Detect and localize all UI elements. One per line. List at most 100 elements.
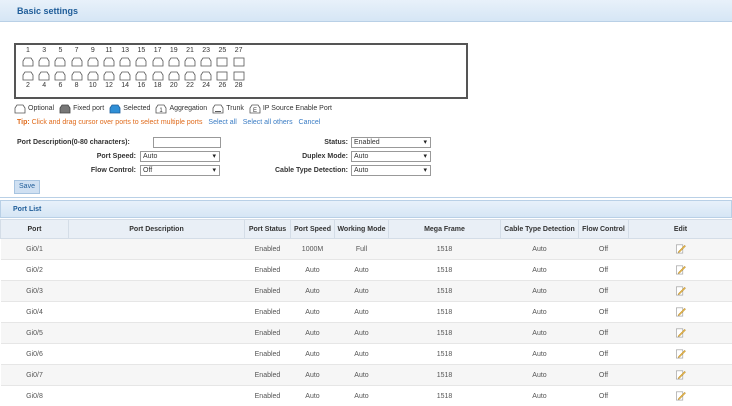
port-number: 2 bbox=[26, 82, 30, 89]
ethernet-port-icon[interactable] bbox=[119, 71, 131, 81]
sfp-port-icon[interactable] bbox=[233, 57, 245, 67]
status-select[interactable]: Enabled bbox=[351, 137, 431, 148]
ethernet-port-icon[interactable] bbox=[71, 57, 83, 67]
port-number: 14 bbox=[121, 82, 130, 89]
table-cell: Auto bbox=[334, 385, 389, 406]
ethernet-port-icon[interactable] bbox=[184, 71, 196, 81]
ethernet-port-icon[interactable] bbox=[71, 71, 83, 81]
save-button[interactable]: Save bbox=[14, 180, 40, 194]
select-all-link[interactable]: Select all bbox=[208, 119, 236, 126]
edit-cell bbox=[628, 238, 732, 260]
ethernet-port-icon[interactable] bbox=[22, 57, 34, 67]
ethernet-port-icon[interactable] bbox=[168, 71, 180, 81]
table-cell: 1518 bbox=[388, 385, 501, 406]
ethernet-port-icon[interactable] bbox=[22, 71, 34, 81]
port-number: 17 bbox=[153, 47, 162, 54]
port-number: 25 bbox=[218, 47, 227, 54]
table-cell: Off bbox=[578, 343, 629, 365]
ethernet-port-icon[interactable] bbox=[152, 71, 164, 81]
ethernet-port-icon[interactable] bbox=[103, 71, 115, 81]
port-list-header: Port List bbox=[0, 200, 732, 218]
port-number: 16 bbox=[137, 82, 146, 89]
edit-icon[interactable] bbox=[675, 369, 686, 380]
ethernet-port-icon[interactable] bbox=[184, 57, 196, 67]
table-cell: Off bbox=[578, 301, 629, 323]
table-cell bbox=[68, 280, 245, 302]
aggregation-port-icon: 1 bbox=[156, 104, 167, 114]
table-cell: Gi0/5 bbox=[0, 322, 69, 344]
ethernet-port-icon[interactable] bbox=[54, 57, 66, 67]
table-cell: Gi0/7 bbox=[0, 364, 69, 386]
sfp-port-icon[interactable] bbox=[216, 71, 228, 81]
table-cell: 1518 bbox=[388, 238, 501, 260]
ethernet-port-icon[interactable] bbox=[38, 57, 50, 67]
select-all-others-link[interactable]: Select all others bbox=[243, 119, 293, 126]
table-cell: Auto bbox=[290, 343, 335, 365]
table-cell: Off bbox=[578, 238, 629, 260]
port-description-input[interactable] bbox=[153, 137, 221, 148]
ethernet-port-icon[interactable] bbox=[135, 71, 147, 81]
flow-control-select[interactable]: Off bbox=[140, 165, 220, 176]
port-number: 27 bbox=[234, 47, 243, 54]
ethernet-port-icon[interactable] bbox=[135, 57, 147, 67]
table-row: Gi0/7 Enabled Auto Auto 1518 Auto Off bbox=[0, 364, 732, 386]
flow-control-label: Flow Control: bbox=[90, 167, 136, 174]
table-cell: 1518 bbox=[388, 259, 501, 281]
table-cell: Gi0/6 bbox=[0, 343, 69, 365]
port-number: 15 bbox=[137, 47, 146, 54]
table-cell: Auto bbox=[290, 259, 335, 281]
ethernet-port-icon[interactable] bbox=[200, 57, 212, 67]
ethernet-port-icon[interactable] bbox=[87, 57, 99, 67]
ethernet-port-icon[interactable] bbox=[152, 57, 164, 67]
port-number: 23 bbox=[202, 47, 211, 54]
table-cell: Auto bbox=[334, 364, 389, 386]
edit-icon[interactable] bbox=[675, 306, 686, 317]
ethernet-port-icon[interactable] bbox=[200, 71, 212, 81]
ethernet-port-icon[interactable] bbox=[119, 57, 131, 67]
tip-label: Tip: bbox=[17, 119, 30, 126]
ethernet-port-icon[interactable] bbox=[168, 57, 180, 67]
table-cell: Auto bbox=[334, 301, 389, 323]
edit-cell bbox=[628, 343, 732, 365]
ethernet-port-icon[interactable] bbox=[54, 71, 66, 81]
table-cell: 1000M bbox=[290, 238, 335, 260]
optional-port-icon bbox=[14, 104, 26, 113]
column-header: Port Speed bbox=[290, 219, 335, 239]
table-cell: Enabled bbox=[244, 301, 291, 323]
table-cell: Auto bbox=[500, 259, 579, 281]
table-row: Gi0/1 Enabled 1000M Full 1518 Auto Off bbox=[0, 238, 732, 260]
legend-fixed: Fixed port bbox=[59, 104, 104, 114]
page-title: Basic settings bbox=[17, 6, 79, 16]
port-number: 19 bbox=[169, 47, 178, 54]
ethernet-port-icon[interactable] bbox=[103, 57, 115, 67]
port-panel: 1 3 5 7 9 11 13 15 17 19 21 23 25 27 2 4 6 8 10 12 14 16 18 20 2… bbox=[14, 43, 468, 99]
table-cell: Off bbox=[578, 364, 629, 386]
port-number: 22 bbox=[186, 82, 194, 89]
table-cell bbox=[68, 301, 245, 323]
table-cell: Gi0/2 bbox=[0, 259, 69, 281]
edit-icon[interactable] bbox=[675, 348, 686, 359]
duplex-mode-select[interactable]: Auto bbox=[351, 151, 431, 162]
sfp-port-icon[interactable] bbox=[216, 57, 228, 67]
table-row: Gi0/6 Enabled Auto Auto 1518 Auto Off bbox=[0, 343, 732, 365]
ethernet-port-icon[interactable] bbox=[87, 71, 99, 81]
edit-icon[interactable] bbox=[675, 285, 686, 296]
table-cell: Auto bbox=[334, 343, 389, 365]
legend-optional-label: Optional bbox=[28, 105, 55, 112]
sfp-port-icon[interactable] bbox=[233, 71, 245, 81]
port-speed-select[interactable]: Auto bbox=[140, 151, 220, 162]
edit-icon[interactable] bbox=[675, 243, 686, 254]
edit-icon[interactable] bbox=[675, 327, 686, 338]
legend-aggregation-label: Aggregation bbox=[169, 105, 208, 112]
table-cell: Auto bbox=[290, 301, 335, 323]
trunk-port-icon bbox=[212, 104, 224, 113]
table-cell: Gi0/3 bbox=[0, 280, 69, 302]
edit-icon[interactable] bbox=[675, 390, 686, 401]
edit-icon[interactable] bbox=[675, 264, 686, 275]
ethernet-port-icon[interactable] bbox=[38, 71, 50, 81]
cancel-link[interactable]: Cancel bbox=[299, 119, 321, 126]
duplex-mode-label: Duplex Mode: bbox=[302, 153, 348, 160]
cable-type-detection-select[interactable]: Auto bbox=[351, 165, 431, 176]
table-cell: Auto bbox=[500, 364, 579, 386]
column-header: Cable Type Detection bbox=[500, 219, 579, 239]
